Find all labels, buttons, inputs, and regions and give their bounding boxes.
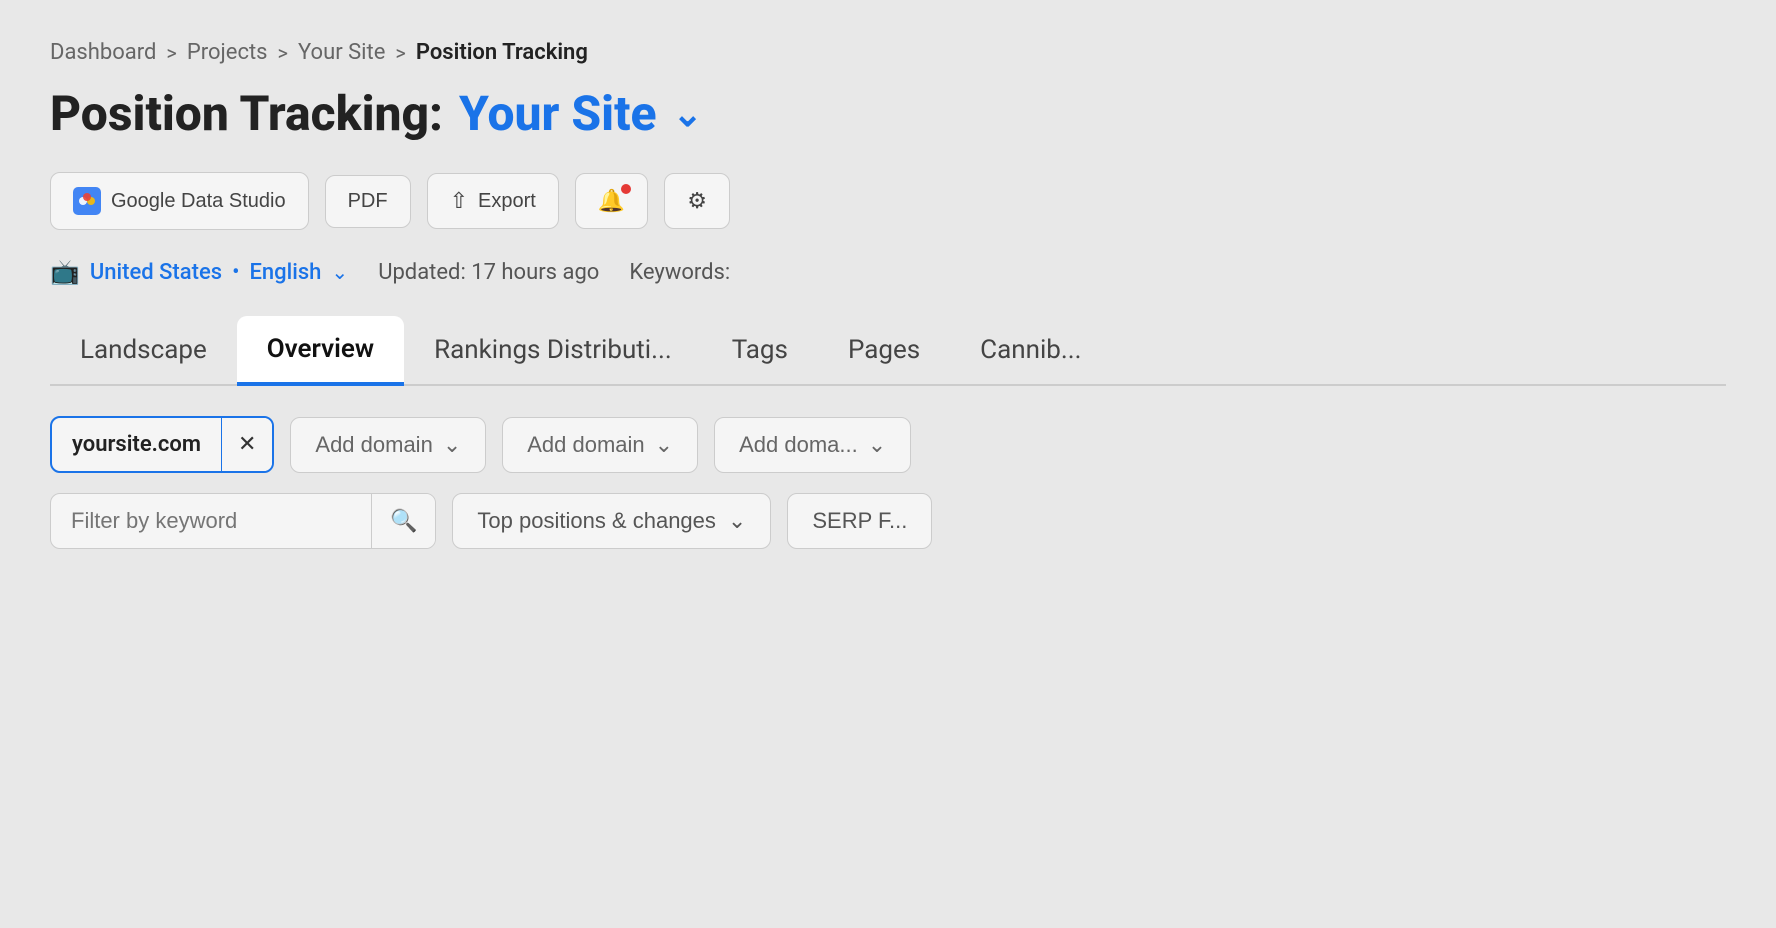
google-data-studio-button[interactable]: Google Data Studio: [50, 172, 309, 230]
pdf-label: PDF: [348, 190, 388, 213]
location-separator: •: [232, 260, 239, 285]
domain-pill: yoursite.com ✕: [50, 416, 274, 473]
breadcrumb-projects[interactable]: Projects: [187, 40, 268, 65]
page-title-container: Position Tracking: Your Site ⌄: [50, 85, 1726, 142]
add-domain-button-2[interactable]: Add domain ⌄: [502, 417, 698, 473]
domain-close-button[interactable]: ✕: [221, 418, 272, 471]
add-domain-label-3: Add doma...: [739, 432, 858, 458]
toolbar: Google Data Studio PDF ⇧ Export 🔔 ⚙: [50, 172, 1726, 230]
serp-features-button[interactable]: SERP F...: [787, 493, 932, 549]
breadcrumb-your-site[interactable]: Your Site: [298, 40, 385, 65]
tab-pages[interactable]: Pages: [818, 317, 950, 386]
filter-keyword-input[interactable]: [51, 494, 371, 548]
tabs-container: Landscape Overview Rankings Distributi..…: [50, 316, 1726, 386]
breadcrumb-current: Position Tracking: [416, 40, 588, 65]
device-icon: 📺: [50, 258, 80, 286]
location-row: 📺 United States • English ⌄ Updated: 17 …: [50, 258, 1726, 286]
breadcrumb: Dashboard > Projects > Your Site > Posit…: [50, 40, 1726, 65]
domain-row: yoursite.com ✕ Add domain ⌄ Add domain ⌄…: [50, 416, 1726, 473]
settings-button[interactable]: ⚙: [664, 173, 730, 229]
tab-landscape[interactable]: Landscape: [50, 317, 237, 386]
add-domain-chevron-3-icon: ⌄: [868, 432, 886, 458]
export-icon: ⇧: [450, 188, 468, 214]
pdf-button[interactable]: PDF: [325, 175, 411, 228]
add-domain-button-3[interactable]: Add doma... ⌄: [714, 417, 911, 473]
add-domain-chevron-2-icon: ⌄: [655, 432, 673, 458]
filter-search-button[interactable]: 🔍: [371, 494, 435, 548]
search-icon: 🔍: [390, 508, 417, 533]
export-label: Export: [478, 190, 536, 213]
updated-text: Updated: 17 hours ago: [378, 260, 599, 285]
google-data-studio-label: Google Data Studio: [111, 190, 286, 213]
add-domain-button-1[interactable]: Add domain ⌄: [290, 417, 486, 473]
location-chevron-icon: ⌄: [331, 260, 348, 284]
add-domain-label-1: Add domain: [315, 432, 432, 458]
tab-tags[interactable]: Tags: [702, 317, 818, 386]
filter-input-wrapper: 🔍: [50, 493, 436, 549]
tab-rankings-distribution[interactable]: Rankings Distributi...: [404, 317, 702, 386]
breadcrumb-sep-1: >: [166, 41, 176, 65]
add-domain-label-2: Add domain: [527, 432, 644, 458]
location-selector[interactable]: 📺 United States • English ⌄: [50, 258, 348, 286]
country-label: United States: [90, 260, 222, 285]
site-dropdown-chevron-icon[interactable]: ⌄: [673, 93, 703, 135]
breadcrumb-sep-3: >: [395, 41, 405, 65]
tab-overview[interactable]: Overview: [237, 316, 404, 386]
top-positions-button[interactable]: Top positions & changes ⌄: [452, 493, 771, 549]
page-title-prefix: Position Tracking:: [50, 85, 443, 142]
breadcrumb-dashboard[interactable]: Dashboard: [50, 40, 156, 65]
page-title-site[interactable]: Your Site: [459, 85, 656, 142]
google-data-studio-icon: [73, 187, 101, 215]
top-positions-label: Top positions & changes: [477, 508, 716, 534]
tab-cannibalization[interactable]: Cannib...: [950, 317, 1111, 386]
notification-dot: [621, 184, 631, 194]
keywords-label: Keywords:: [629, 260, 730, 285]
add-domain-chevron-1-icon: ⌄: [443, 432, 461, 458]
notification-button[interactable]: 🔔: [575, 173, 648, 229]
serp-label: SERP F...: [812, 508, 907, 534]
domain-text: yoursite.com: [52, 418, 221, 471]
top-positions-chevron-icon: ⌄: [728, 508, 746, 534]
language-label: English: [250, 260, 322, 285]
breadcrumb-sep-2: >: [278, 41, 288, 65]
export-button[interactable]: ⇧ Export: [427, 173, 559, 229]
gear-icon: ⚙: [687, 188, 707, 214]
filter-row: 🔍 Top positions & changes ⌄ SERP F...: [50, 493, 1726, 549]
